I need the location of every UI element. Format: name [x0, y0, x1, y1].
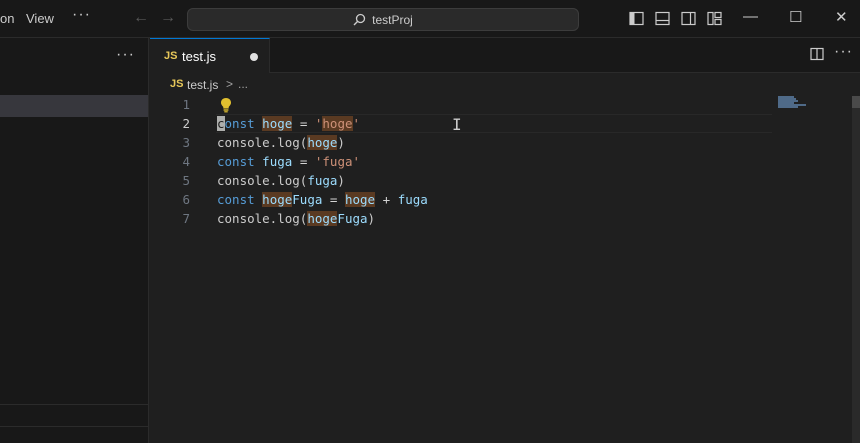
js-file-icon: JS: [164, 50, 178, 62]
tab-label: test.js: [182, 49, 216, 64]
code-editor[interactable]: 1 2 3 4 5 6 7 const hoge = 'hoge' consol…: [150, 96, 860, 443]
scrollbar-thumb[interactable]: [852, 96, 860, 108]
breadcrumb-file[interactable]: test.js: [187, 78, 218, 92]
sidebar-divider: [0, 404, 148, 405]
toggle-primary-sidebar-icon[interactable]: [629, 11, 644, 26]
code-line: console.log(fuga): [217, 173, 345, 188]
line-number: 7: [182, 211, 190, 226]
sidebar-more-icon[interactable]: ···: [116, 46, 135, 64]
code-line: const hogeFuga = hoge + fuga: [217, 192, 428, 207]
breadcrumb-ellipsis[interactable]: ...: [238, 77, 248, 91]
close-icon[interactable]: ✕: [835, 8, 848, 26]
line-number: 5: [182, 173, 190, 188]
editor-tab-bar: JS test.js ···: [150, 38, 860, 73]
sidebar-selected-item[interactable]: [0, 95, 148, 117]
search-icon: [353, 13, 366, 26]
sidebar: ···: [0, 38, 149, 443]
toggle-panel-icon[interactable]: [655, 11, 670, 26]
code-line: const hoge = 'hoge': [217, 116, 361, 131]
tab-test-js[interactable]: JS test.js: [150, 38, 270, 73]
menu-item-view[interactable]: View: [26, 11, 54, 26]
split-editor-icon[interactable]: [810, 47, 824, 61]
menu-more-icon[interactable]: ···: [72, 6, 91, 24]
breadcrumb: JS test.js > ...: [150, 74, 860, 96]
line-number: 3: [182, 135, 190, 150]
lightbulb-icon[interactable]: [220, 97, 232, 113]
minimap[interactable]: [778, 96, 820, 110]
line-number: 1: [182, 97, 190, 112]
customize-layout-icon[interactable]: [707, 11, 722, 26]
js-file-icon: JS: [170, 78, 184, 90]
title-bar: on View ··· ← → testProj — ☐ ✕: [0, 0, 860, 38]
minimize-icon[interactable]: —: [743, 8, 758, 25]
toggle-secondary-sidebar-icon[interactable]: [681, 11, 696, 26]
command-center-search[interactable]: testProj: [187, 8, 579, 31]
vertical-scrollbar[interactable]: [852, 96, 860, 443]
search-label: testProj: [372, 12, 413, 27]
back-arrow-icon[interactable]: ←: [133, 9, 149, 27]
code-line: const fuga = 'fuga': [217, 154, 361, 169]
line-number: 4: [182, 154, 190, 169]
sidebar-divider: [0, 426, 148, 427]
chevron-right-icon: >: [226, 77, 234, 91]
maximize-icon[interactable]: ☐: [789, 8, 802, 26]
forward-arrow-icon[interactable]: →: [160, 9, 176, 27]
line-number: 2: [182, 116, 190, 131]
code-line: console.log(hoge): [217, 135, 345, 150]
unsaved-dot-icon[interactable]: [250, 53, 258, 61]
code-line: console.log(hogeFuga): [217, 211, 376, 226]
text-cursor-icon: I: [452, 115, 462, 134]
editor-more-icon[interactable]: ···: [834, 43, 853, 61]
line-number: 6: [182, 192, 190, 207]
menu-item-partial[interactable]: on: [0, 11, 14, 26]
